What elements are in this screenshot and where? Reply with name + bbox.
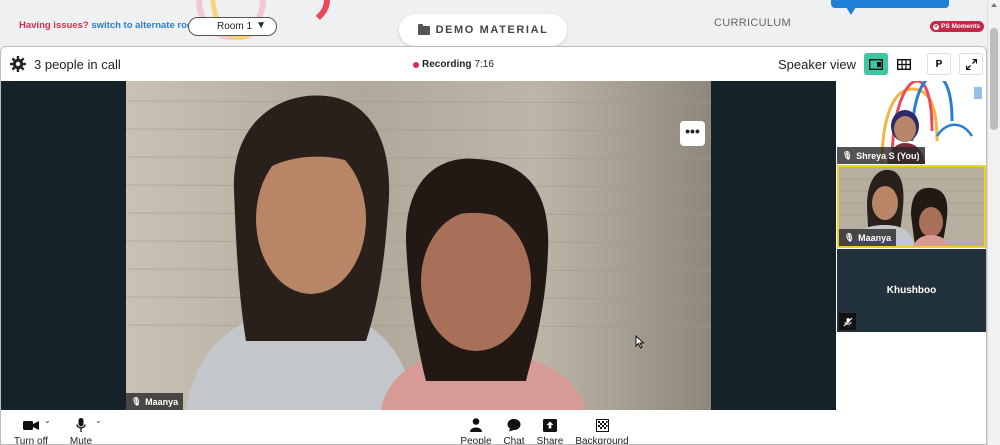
camera-toggle-label: Turn off (14, 436, 48, 445)
speaker-video-frame (126, 95, 711, 410)
mic-off-icon (843, 317, 852, 326)
classroom-logo (831, 0, 949, 8)
recording-label: Recording (422, 59, 472, 70)
issues-notice: Having issues? switch to alternate room (19, 20, 201, 31)
fullscreen-button[interactable] (959, 53, 983, 75)
recording-indicator: Recording 7:16 (413, 59, 494, 70)
more-options-button[interactable]: ••• (680, 121, 705, 146)
grid-icon (897, 58, 911, 70)
ps-moments-badge[interactable]: ✕ PS Moments (930, 21, 985, 32)
share-button[interactable]: Share (534, 418, 566, 445)
speaker-view-button[interactable] (864, 53, 888, 75)
recording-time: 7:16 (474, 59, 494, 70)
people-label: People (460, 436, 492, 445)
recording-dot-icon (413, 61, 419, 68)
maanya-name-tag: 🎙 Maanya (839, 229, 897, 246)
gear-icon[interactable] (10, 56, 26, 72)
main-video-name-tag: 🎙 Maanya (126, 393, 184, 410)
people-count: 3 people in call (34, 57, 121, 72)
participant-name: Maanya (858, 232, 892, 243)
video-camera-icon (23, 420, 39, 430)
participant-name: Khushboo (886, 285, 937, 296)
scroll-up-icon[interactable] (991, 3, 997, 7)
microphone-icon: 🎙 (844, 233, 855, 242)
participant-tile-shreya[interactable]: 🎙 Shreya S (You) (837, 81, 986, 164)
chat-bubble-icon (507, 419, 521, 432)
camera-options-chevron-icon[interactable]: ⌄ (44, 416, 51, 425)
top-bar: Having issues? switch to alternate room … (0, 0, 1000, 46)
main-speaker-video[interactable]: 🎙 Maanya (126, 81, 711, 410)
scrollbar-thumb[interactable] (990, 28, 998, 130)
participant-tile-maanya[interactable]: 🎙 Maanya (837, 165, 986, 248)
room-select-value: Room 1 (217, 21, 253, 32)
participant-tile-khushboo[interactable]: Khushboo (837, 249, 986, 332)
people-button[interactable]: People (458, 418, 494, 445)
mute-button[interactable]: Mute (66, 418, 96, 445)
chat-button[interactable]: Chat (501, 418, 527, 445)
speaker-layout-icon (869, 58, 883, 70)
share-label: Share (536, 436, 564, 445)
grid-view-button[interactable] (892, 53, 916, 75)
logo-pointer (846, 7, 856, 15)
mic-options-chevron-icon[interactable]: ⌄ (95, 416, 102, 425)
ps-moments-label: PS Moments (941, 23, 981, 30)
demo-material-label: DEMO MATERIAL (435, 24, 549, 36)
mouse-cursor-icon (635, 335, 645, 349)
share-screen-icon (543, 418, 557, 432)
participant-sidebar: 🎙 Shreya S (You) 🎙 Maanya Khushboo (836, 81, 986, 410)
speaker-view-label: Speaker view (778, 57, 857, 72)
call-controls: Turn off ⌄ Mute ⌄ People Chat Share Back… (1, 410, 986, 445)
p-button[interactable]: P (927, 53, 951, 75)
microphone-icon (76, 418, 86, 432)
room-select[interactable]: Room 1 ▼ (188, 17, 277, 36)
main-video-name: Maanya (145, 396, 179, 407)
call-window: 3 people in call Recording 7:16 Speaker … (0, 46, 987, 445)
close-icon: ✕ (933, 23, 939, 30)
folder-icon (417, 23, 430, 35)
microphone-icon: 🎙 (131, 397, 142, 406)
mic-muted-badge (839, 313, 856, 330)
shreya-name-tag: 🎙 Shreya S (You) (837, 147, 925, 164)
chat-label: Chat (503, 436, 525, 445)
issues-text: Having issues? (19, 20, 89, 31)
background-blur-icon (595, 418, 609, 432)
background-button[interactable]: Background (573, 418, 631, 445)
demo-material-button[interactable]: DEMO MATERIAL (399, 14, 567, 46)
switch-room-link[interactable]: switch to alternate room (91, 20, 201, 31)
curriculum-link[interactable]: CURRICULUM (714, 17, 791, 29)
chevron-down-icon: ▼ (256, 20, 266, 31)
expand-icon (965, 58, 977, 70)
background-label: Background (575, 436, 629, 445)
call-header: 3 people in call Recording 7:16 Speaker … (1, 47, 986, 81)
microphone-icon: 🎙 (842, 151, 853, 160)
video-area: 🎙 Maanya ••• (1, 81, 836, 410)
mute-label: Mute (69, 436, 93, 445)
page-scrollbar[interactable] (987, 0, 1000, 445)
person-icon (470, 418, 482, 432)
participant-name: Shreya S (You) (856, 150, 920, 161)
